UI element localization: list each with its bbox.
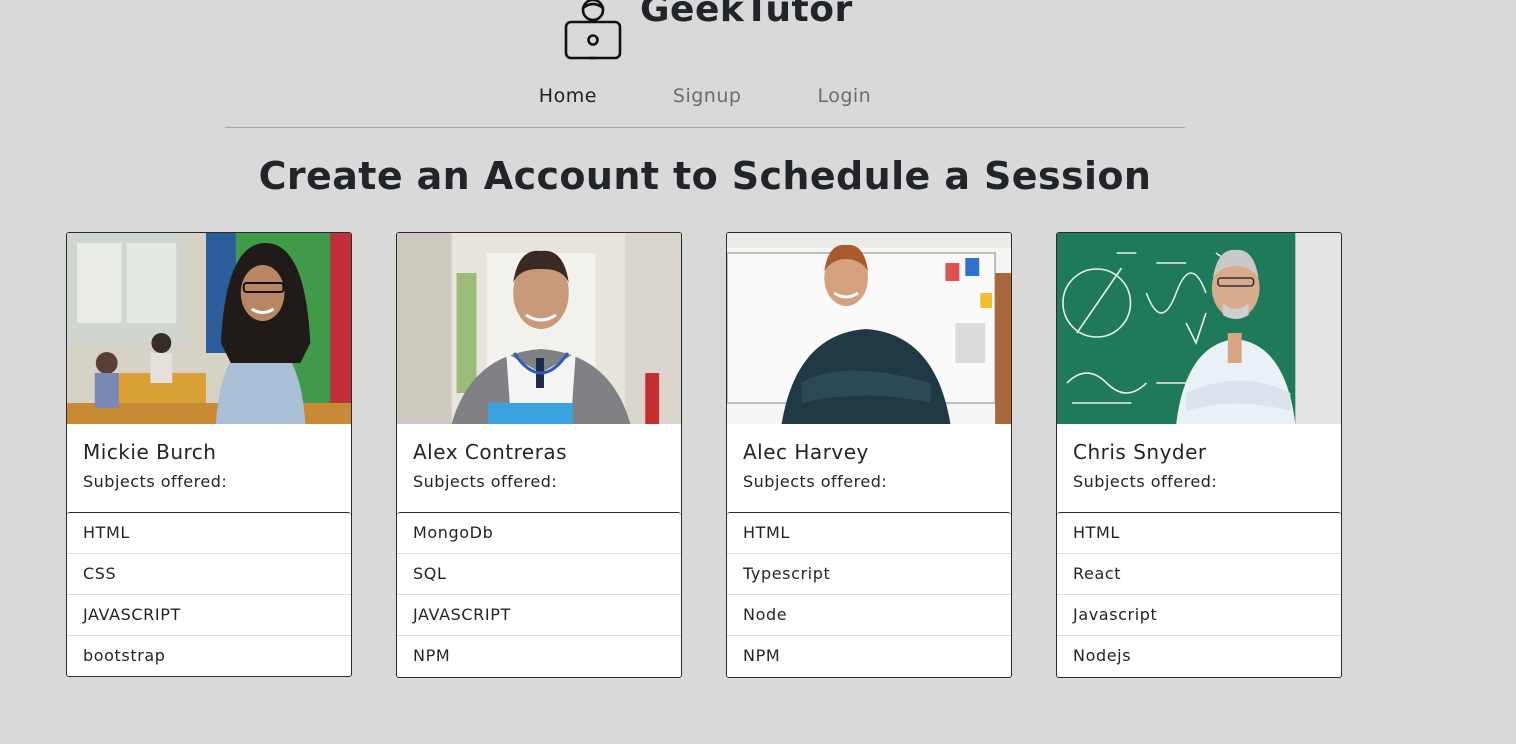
subjects-label: Subjects offered: — [1073, 472, 1218, 491]
subjects-list: HTML React Javascript Nodejs — [1057, 512, 1341, 676]
list-item: React — [1057, 554, 1341, 595]
tutor-photo — [67, 233, 351, 424]
list-item: Javascript — [1057, 595, 1341, 636]
list-item: HTML — [1057, 513, 1341, 554]
tutor-card-body: Alex Contreras Subjects offered: — [397, 424, 681, 512]
tutor-name: Alec Harvey — [743, 440, 869, 464]
tutor-card: Alec Harvey Subjects offered: HTML Types… — [726, 232, 1012, 678]
tutor-photo — [1057, 233, 1341, 424]
list-item: JAVASCRIPT — [67, 595, 351, 636]
tutor-card-body: Mickie Burch Subjects offered: — [67, 424, 351, 512]
nav-signup-link[interactable]: Signup — [635, 84, 780, 108]
tutor-card-body: Chris Snyder Subjects offered: — [1057, 424, 1341, 512]
list-item: CSS — [67, 554, 351, 595]
list-item: Node — [727, 595, 1011, 636]
list-item: HTML — [67, 513, 351, 554]
list-item: JAVASCRIPT — [397, 595, 681, 636]
list-item: bootstrap — [83, 646, 166, 665]
list-item: HTML — [727, 513, 1011, 554]
page: GeekTutor Home Signup Login Create an Ac… — [0, 0, 1516, 744]
laptop-user-icon — [564, 0, 622, 60]
list-item: NPM — [413, 646, 451, 665]
tutor-card: Chris Snyder Subjects offered: HTML Reac… — [1056, 232, 1342, 678]
nav-home-link[interactable]: Home — [501, 84, 635, 108]
tutor-card: Mickie Burch Subjects offered: HTML CSS … — [66, 232, 352, 677]
list-item: SQL — [397, 554, 681, 595]
tutor-card-body: Alec Harvey Subjects offered: — [727, 424, 1011, 512]
subjects-list: MongoDb SQL JAVASCRIPT NPM — [397, 512, 681, 676]
nav-login-link[interactable]: Login — [779, 84, 909, 108]
tutor-name: Chris Snyder — [1073, 440, 1207, 464]
tutor-photo — [727, 233, 1011, 424]
subjects-list: HTML Typescript Node NPM — [727, 512, 1011, 676]
nav-divider — [225, 127, 1185, 128]
subjects-label: Subjects offered: — [743, 472, 888, 491]
brand-title: GeekTutor — [640, 0, 853, 30]
list-item: NPM — [743, 646, 781, 665]
tutor-card: Alex Contreras Subjects offered: MongoDb… — [396, 232, 682, 678]
subjects-label: Subjects offered: — [413, 472, 558, 491]
brand[interactable]: GeekTutor — [560, 0, 853, 62]
list-item: Nodejs — [1073, 646, 1132, 665]
list-item: MongoDb — [397, 513, 681, 554]
page-headline: Create an Account to Schedule a Session — [258, 154, 1152, 198]
tutor-name: Mickie Burch — [83, 440, 217, 464]
subjects-label: Subjects offered: — [83, 472, 228, 491]
tutor-photo — [397, 233, 681, 424]
tutor-name: Alex Contreras — [413, 440, 568, 464]
main-nav: Home Signup Login — [0, 84, 1410, 108]
subjects-list: HTML CSS JAVASCRIPT bootstrap — [67, 512, 351, 676]
list-item: Typescript — [727, 554, 1011, 595]
